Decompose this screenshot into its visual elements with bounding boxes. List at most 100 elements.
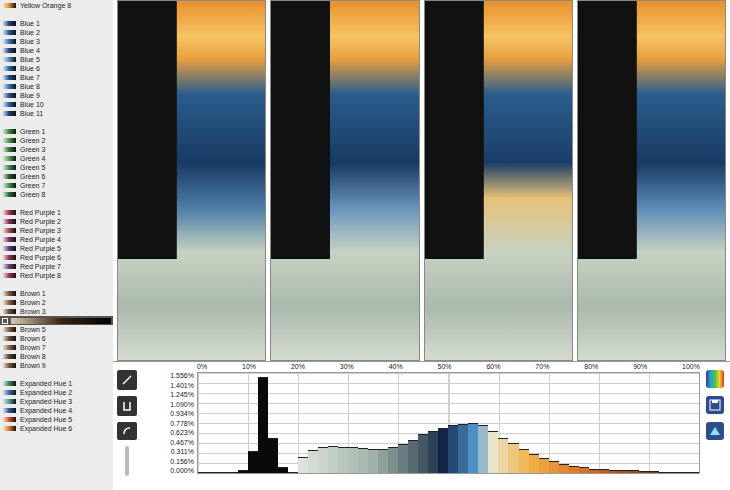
colormap-group: Red Purple 1Red Purple 2Red Purple 3Red … <box>0 208 113 280</box>
colormap-label: Expanded Hue 3 <box>20 397 72 406</box>
colormap-item[interactable]: Blue 9 <box>0 91 113 100</box>
colormap-item[interactable]: Blue 2 <box>0 28 113 37</box>
y-tick: 1.556% <box>170 372 194 379</box>
colormap-item[interactable]: Brown 2 <box>0 298 113 307</box>
histogram-bar <box>248 451 258 473</box>
colormap-item[interactable]: Brown 8 <box>0 352 113 361</box>
triangle-icon[interactable] <box>706 422 724 440</box>
colormap-label: Green 6 <box>20 172 45 181</box>
colormap-list[interactable]: Yellow Orange 8Blue 1Blue 2Blue 3Blue 4B… <box>0 0 113 490</box>
colormap-item[interactable]: Brown 5 <box>0 325 113 334</box>
colormap-item[interactable] <box>0 316 113 325</box>
histogram-bar <box>488 431 498 473</box>
colormap-item[interactable]: Red Purple 5 <box>0 244 113 253</box>
colormap-item[interactable]: Brown 9 <box>0 361 113 370</box>
colormap-item[interactable]: Expanded Hue 6 <box>0 424 113 433</box>
colormap-item[interactable]: Brown 3 <box>0 307 113 316</box>
colormap-label: Expanded Hue 2 <box>20 388 72 397</box>
curve-icon[interactable] <box>117 422 137 440</box>
colormap-item[interactable]: Blue 3 <box>0 37 113 46</box>
colormap-item[interactable]: Blue 5 <box>0 55 113 64</box>
colormap-item[interactable]: Green 1 <box>0 127 113 136</box>
slider-track[interactable] <box>125 446 129 476</box>
colormap-item[interactable]: Expanded Hue 4 <box>0 406 113 415</box>
colormap-swatch <box>2 3 16 8</box>
colormap-item[interactable]: Red Purple 3 <box>0 226 113 235</box>
colormap-item[interactable]: Red Purple 6 <box>0 253 113 262</box>
colormap-label: Green 4 <box>20 154 45 163</box>
colormap-item[interactable]: Green 8 <box>0 190 113 199</box>
colormap-item[interactable]: Blue 10 <box>0 100 113 109</box>
colormap-swatch <box>2 381 16 386</box>
histogram-bar <box>398 444 408 473</box>
colormap-label: Red Purple 1 <box>20 208 61 217</box>
colormap-item[interactable]: Green 7 <box>0 181 113 190</box>
colormap-label: Blue 10 <box>20 100 44 109</box>
colormap-item[interactable]: Green 5 <box>0 163 113 172</box>
histogram-bar <box>198 472 208 473</box>
x-tick: 40% <box>389 362 403 372</box>
x-tick: 70% <box>535 362 549 372</box>
colormap-item[interactable]: Red Purple 4 <box>0 235 113 244</box>
colormap-label: Brown 5 <box>20 325 46 334</box>
colormap-swatch <box>2 417 16 422</box>
colormap-item[interactable]: Green 2 <box>0 136 113 145</box>
colormap-swatch <box>2 138 16 143</box>
colormap-item[interactable]: Blue 8 <box>0 82 113 91</box>
colormap-swatch <box>2 327 16 332</box>
colormap-label: Blue 11 <box>20 109 43 118</box>
histogram-bar <box>619 470 629 473</box>
save-icon[interactable] <box>706 396 724 414</box>
colormap-item[interactable]: Yellow Orange 8 <box>0 1 113 10</box>
colormap-item[interactable]: Blue 4 <box>0 46 113 55</box>
colormap-swatch <box>2 57 16 62</box>
colormap-swatch <box>2 426 16 431</box>
colormap-item[interactable]: Brown 6 <box>0 334 113 343</box>
colormap-item[interactable]: Blue 6 <box>0 64 113 73</box>
x-tick: 80% <box>584 362 598 372</box>
colormap-swatch <box>11 318 111 324</box>
colormap-label: Blue 8 <box>20 82 40 91</box>
colormap-item[interactable]: Blue 7 <box>0 73 113 82</box>
colormap-label: Brown 3 <box>20 307 46 316</box>
colormap-item[interactable]: Brown 1 <box>0 289 113 298</box>
colormap-item[interactable]: Brown 7 <box>0 343 113 352</box>
colormap-swatch <box>2 129 16 134</box>
bucket-icon[interactable] <box>117 396 137 416</box>
colormap-label: Blue 4 <box>20 46 40 55</box>
colormap-item[interactable]: Expanded Hue 2 <box>0 388 113 397</box>
pen-icon[interactable] <box>117 370 137 390</box>
histogram-bar <box>338 447 348 473</box>
colormap-swatch <box>2 165 16 170</box>
histogram-bar <box>448 425 458 473</box>
colormap-swatch <box>2 273 16 278</box>
colormap-item[interactable]: Blue 11 <box>0 109 113 118</box>
colormap-group: Brown 1Brown 2Brown 3Brown 5Brown 6Brown… <box>0 289 113 370</box>
histogram-bar <box>268 438 278 473</box>
colormap-item[interactable]: Green 3 <box>0 145 113 154</box>
colormap-item[interactable]: Green 6 <box>0 172 113 181</box>
colormap-item[interactable]: Red Purple 8 <box>0 271 113 280</box>
x-tick: 90% <box>633 362 647 372</box>
y-tick: 1.090% <box>170 401 194 408</box>
histogram-bar <box>458 424 468 473</box>
histogram-bar <box>298 457 308 473</box>
colormap-item[interactable]: Red Purple 7 <box>0 262 113 271</box>
colormap-item[interactable]: Red Purple 1 <box>0 208 113 217</box>
colormap-item[interactable]: Expanded Hue 1 <box>0 379 113 388</box>
colormap-label: Brown 8 <box>20 352 46 361</box>
y-tick: 0.467% <box>170 439 194 446</box>
colormap-item[interactable]: Expanded Hue 5 <box>0 415 113 424</box>
colormap-item[interactable]: Green 4 <box>0 154 113 163</box>
colormap-swatch <box>2 390 16 395</box>
colormap-swatch <box>2 102 16 107</box>
colormap-item[interactable]: Blue 1 <box>0 19 113 28</box>
histogram-bar <box>609 470 619 473</box>
colormap-item[interactable]: Red Purple 2 <box>0 217 113 226</box>
colormap-label: Green 3 <box>20 145 45 154</box>
colormap-swatch <box>2 363 16 368</box>
colormap-item[interactable]: Expanded Hue 3 <box>0 397 113 406</box>
histogram-bar <box>559 464 569 473</box>
rainbow-icon[interactable] <box>706 370 724 388</box>
histogram[interactable] <box>197 372 700 474</box>
